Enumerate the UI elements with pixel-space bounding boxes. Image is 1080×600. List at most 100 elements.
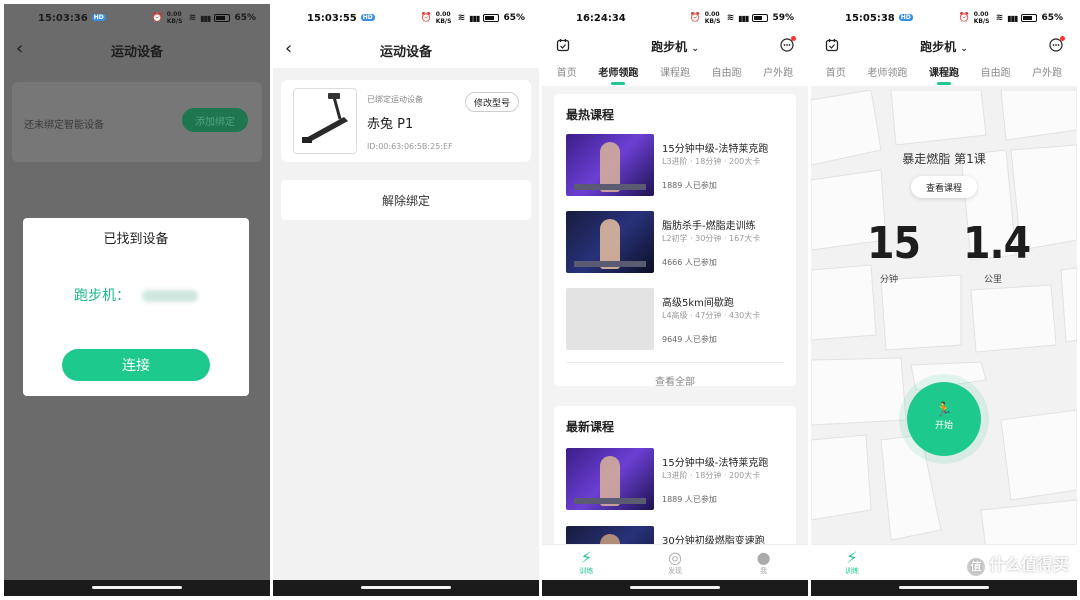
battery-icon	[483, 14, 500, 22]
tab-train[interactable]: ⚡ 训练	[845, 547, 859, 576]
signal-icon: ▮▮▮	[469, 13, 480, 23]
tab-teacher-led[interactable]: 老师领跑	[867, 64, 907, 83]
home-indicator	[542, 580, 808, 596]
screen-course-run: 15:05:38 HD ⏰ 0.00 KB/S ≋ ▮▮▮ 65% 跑步机 ⌄ 首…	[811, 4, 1077, 596]
screen-bound-device: 15:03:55 HD ⏰ 0.00 KB/S ≋ ▮▮▮ 65% ‹ 运动设备 …	[273, 4, 539, 596]
alarm-icon: ⏰	[689, 13, 701, 23]
chevron-left-icon[interactable]: ‹	[285, 38, 292, 59]
signal-icon: ▮▮▮	[738, 13, 749, 23]
screen-teacher-led: 16:24:34 ⏰ 0.00 KB/S ≋ ▮▮▮ 59% 跑步机 ⌄ 首页 …	[542, 4, 808, 596]
change-model-button[interactable]: 修改型号	[464, 92, 519, 112]
view-course-button[interactable]: 查看课程	[911, 176, 977, 198]
course-thumbnail	[566, 448, 654, 510]
calendar-icon[interactable]	[556, 38, 570, 55]
course-meta: L4高级 · 47分钟 · 430大卡	[662, 311, 761, 320]
no-device-text: 还未绑定智能设备	[24, 120, 104, 131]
course-title: 脂肪杀手-燃脂走训练	[662, 221, 756, 232]
tab-course-run[interactable]: 课程跑	[660, 64, 690, 83]
course-meta: L3进阶 · 18分钟 · 200大卡	[662, 471, 761, 480]
hot-courses-card: 最热课程 15分钟中级-法特莱克跑 L3进阶 · 18分钟 · 200大卡 18…	[554, 94, 796, 388]
app-header: 跑步机 ⌄	[811, 32, 1077, 60]
battery-icon	[214, 14, 231, 22]
section-title: 最热课程	[566, 108, 615, 122]
wifi-icon: ≋	[995, 13, 1004, 23]
tab-outdoor-run[interactable]: 户外跑	[763, 64, 793, 83]
chevron-left-icon[interactable]: ‹	[16, 38, 23, 59]
chat-more-icon[interactable]	[1049, 36, 1065, 55]
device-label: 跑步机：	[74, 288, 130, 304]
lightning-icon: ⚡	[846, 547, 858, 567]
bound-device-card[interactable]: 已绑定运动设备 赤兔 P1 ID:00:63:06:5B:25:EF 修改型号	[281, 80, 531, 162]
course-item[interactable]: 高级5km间歇跑 L4高级 · 47分钟 · 430大卡 9649 人已参加	[566, 288, 784, 352]
device-found-dialog: 已找到设备 跑步机： 连接	[23, 218, 249, 396]
net-speed: 0.00 KB/S	[704, 11, 721, 25]
course-thumbnail	[566, 134, 654, 196]
page-title: 运动设备	[379, 44, 432, 60]
course-participants: 9649 人已参加	[662, 335, 717, 344]
tab-me[interactable]: ● 我	[757, 549, 771, 576]
battery-level: 59%	[772, 13, 794, 23]
course-item[interactable]: 15分钟中级-法特莱克跑 L3进阶 · 18分钟 · 200大卡 1889 人已…	[566, 134, 784, 198]
status-time: 16:24:34	[576, 12, 626, 24]
start-button[interactable]: 🏃 开始	[907, 382, 981, 456]
battery-level: 65%	[1041, 13, 1063, 23]
tab-free-run[interactable]: 自由跑	[712, 64, 742, 83]
course-meta: L3进阶 · 18分钟 · 200大卡	[662, 157, 761, 166]
new-courses-card: 最新课程 15分钟中级-法特莱克跑 L3进阶 · 18分钟 · 200大卡 18…	[554, 406, 796, 588]
tab-train[interactable]: ⚡ 训练	[579, 549, 593, 576]
status-time: 15:03:36	[38, 12, 88, 24]
nav-bar: ‹ 运动设备	[273, 32, 539, 68]
app-header: 跑步机 ⌄	[542, 32, 808, 60]
duration-value: 15	[867, 218, 921, 269]
signal-icon: ▮▮▮	[200, 13, 211, 23]
watermark-text: 什么值得买	[988, 555, 1069, 574]
device-name: 赤兔 P1	[367, 117, 414, 132]
home-indicator	[273, 580, 539, 596]
bound-label: 已绑定运动设备	[367, 95, 423, 104]
net-speed: 0.00 KB/S	[973, 11, 990, 25]
hd-chip: HD	[360, 14, 375, 21]
alarm-icon: ⏰	[420, 13, 432, 23]
chat-more-icon[interactable]	[780, 36, 796, 55]
section-title: 最新课程	[566, 420, 615, 434]
distance-unit: 公里	[983, 275, 1002, 285]
no-device-card: 还未绑定智能设备 添加绑定	[12, 82, 262, 162]
start-label: 开始	[934, 421, 953, 431]
runner-icon: 🏃	[935, 402, 953, 418]
status-bar: 15:03:36 HD ⏰ 0.00 KB/S ≋ ▮▮▮ 65%	[4, 4, 270, 32]
device-selector[interactable]: 跑步机 ⌄	[920, 38, 968, 55]
watermark: 值什么值得买	[966, 551, 1069, 576]
duration-unit: 分钟	[879, 275, 898, 285]
chevron-down-icon: ⌄	[691, 43, 699, 54]
course-item[interactable]: 15分钟中级-法特莱克跑 L3进阶 · 18分钟 · 200大卡 1889 人已…	[566, 448, 784, 512]
nav-bar: ‹ 运动设备	[4, 32, 270, 68]
distance-stat: 1.4 公里	[963, 220, 1031, 286]
hd-chip: HD	[898, 14, 913, 21]
add-binding-button[interactable]: 添加绑定	[182, 108, 248, 132]
wifi-icon: ≋	[457, 13, 466, 23]
tab-home[interactable]: 首页	[557, 64, 577, 83]
page-title: 运动设备	[110, 44, 163, 60]
blurred-device-id	[142, 290, 198, 302]
tab-teacher-led[interactable]: 老师领跑	[598, 64, 638, 85]
connect-button[interactable]: 连接	[62, 349, 210, 381]
mode-tabs: 首页 老师领跑 课程跑 自由跑 户外跑	[542, 60, 808, 86]
tab-outdoor-run[interactable]: 户外跑	[1032, 64, 1062, 83]
unbind-button[interactable]: 解除绑定	[281, 180, 531, 220]
device-selector[interactable]: 跑步机 ⌄	[651, 38, 699, 55]
wifi-icon: ≋	[726, 13, 735, 23]
course-item[interactable]: 脂肪杀手-燃脂走训练 L2初学 · 30分钟 · 167大卡 4666 人已参加	[566, 211, 784, 275]
tab-course-run[interactable]: 课程跑	[929, 64, 959, 85]
device-row: 跑步机：	[23, 285, 249, 305]
mode-tabs: 首页 老师领跑 课程跑 自由跑 户外跑	[811, 60, 1077, 86]
duration-stat: 15 分钟	[867, 218, 921, 286]
course-meta: L2初学 · 30分钟 · 167大卡	[662, 234, 761, 243]
alarm-icon: ⏰	[958, 13, 970, 23]
tab-discover[interactable]: ◎ 发现	[668, 549, 682, 576]
lesson-title: 暴走燃脂 第1课	[902, 152, 986, 166]
tab-home[interactable]: 首页	[826, 64, 846, 83]
calendar-icon[interactable]	[825, 38, 839, 55]
view-all-link[interactable]: 查看全部	[566, 362, 784, 388]
alarm-icon: ⏰	[151, 13, 163, 23]
tab-free-run[interactable]: 自由跑	[981, 64, 1011, 83]
